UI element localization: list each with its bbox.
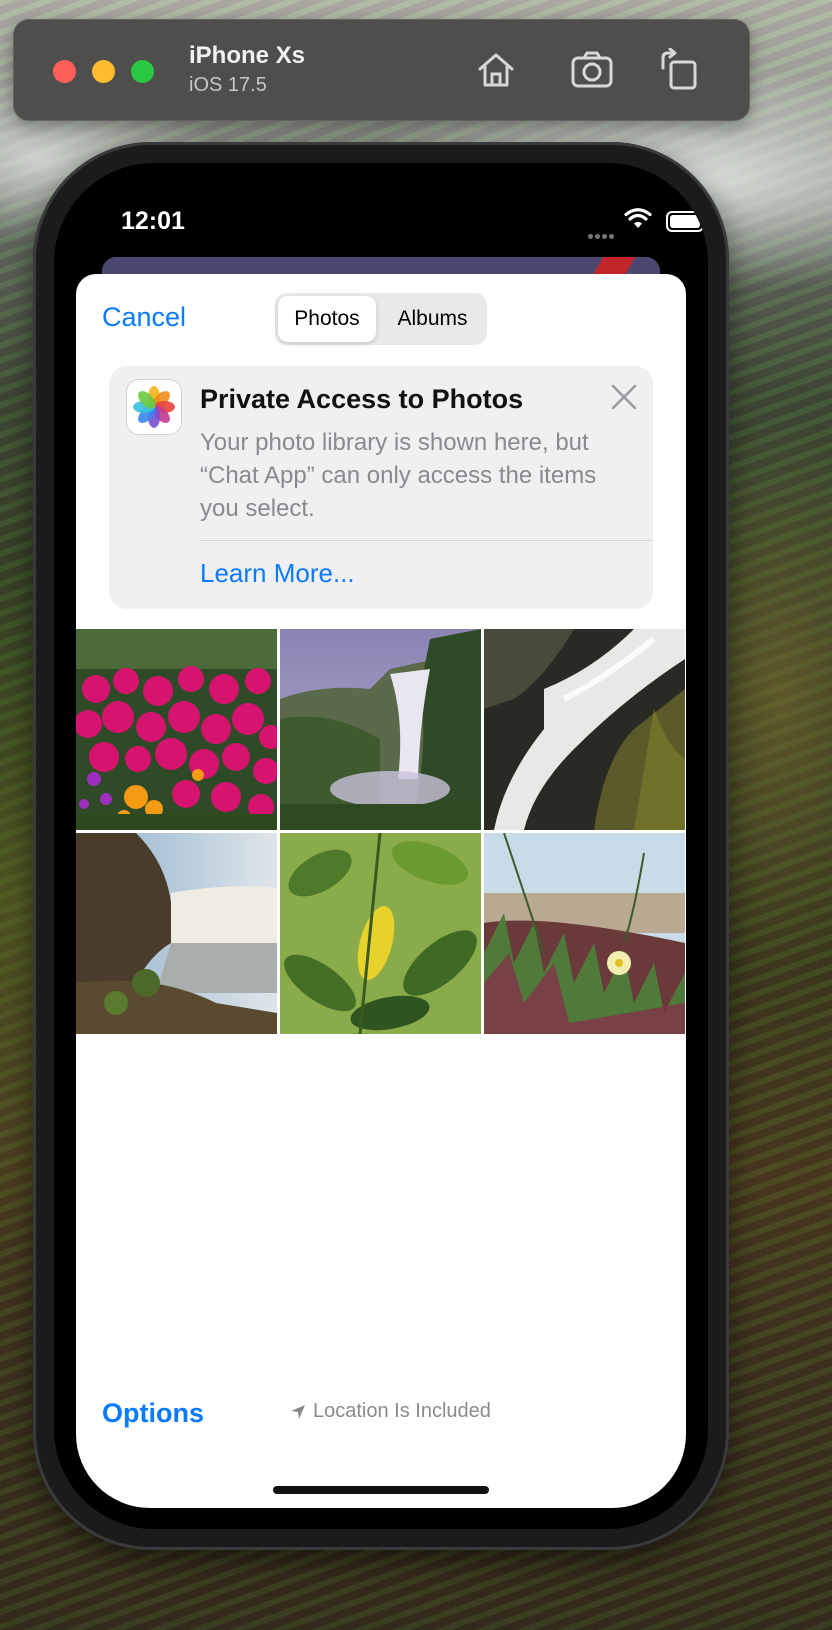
device-name: iPhone Xs (189, 42, 306, 69)
private-access-banner: Private Access to Photos Your photo libr… (109, 366, 653, 609)
location-status: Location Is Included (289, 1400, 491, 1423)
wifi-icon (624, 208, 652, 228)
tab-albums[interactable]: Albums (381, 296, 484, 342)
home-icon (478, 53, 514, 87)
home-indicator[interactable] (273, 1486, 489, 1494)
photos-app-icon (127, 380, 181, 434)
photo-thumbnail[interactable] (280, 629, 481, 830)
battery-icon (666, 211, 708, 232)
zoom-window-button[interactable] (131, 60, 154, 83)
rotate-icon (661, 47, 697, 90)
home-button[interactable] (474, 48, 518, 92)
photo-thumbnail[interactable] (484, 833, 685, 1034)
rotate-button[interactable] (657, 47, 701, 92)
os-version: iOS 17.5 (189, 74, 267, 96)
banner-title: Private Access to Photos (200, 384, 524, 414)
minimize-window-button[interactable] (92, 60, 115, 83)
cancel-button[interactable]: Cancel (102, 302, 186, 333)
photo-thumbnail[interactable] (76, 833, 277, 1034)
options-button[interactable]: Options (102, 1398, 204, 1429)
status-time: 12:01 (121, 207, 185, 235)
photo-thumbnail[interactable] (280, 833, 481, 1034)
screenshot-button[interactable] (570, 48, 614, 92)
screenshot-icon (571, 51, 613, 88)
close-icon (611, 384, 637, 410)
close-banner-button[interactable] (609, 382, 639, 412)
tab-photos[interactable]: Photos (278, 296, 376, 342)
learn-more-link[interactable]: Learn More... (200, 558, 355, 589)
simulator-toolbar: iPhone Xs iOS 17.5 (13, 19, 750, 121)
divider (200, 540, 653, 541)
photo-thumbnail[interactable] (76, 629, 277, 830)
location-label: Location Is Included (313, 1400, 491, 1422)
photo-thumbnail[interactable] (484, 629, 685, 830)
phone-screen: 12:01 Cancel Photos Albums Private Acces… (54, 163, 708, 1529)
banner-body: Your photo library is shown here, but “C… (200, 429, 597, 522)
photo-picker-sheet: Cancel Photos Albums Private Access to P… (76, 274, 686, 1508)
close-window-button[interactable] (53, 60, 76, 83)
iphone-frame: 12:01 Cancel Photos Albums Private Acces… (33, 142, 729, 1550)
location-arrow-icon (291, 1404, 305, 1419)
photos-albums-segmented-control: Photos Albums (275, 293, 487, 345)
photo-grid (76, 629, 686, 1034)
cellular-icon (588, 226, 618, 239)
